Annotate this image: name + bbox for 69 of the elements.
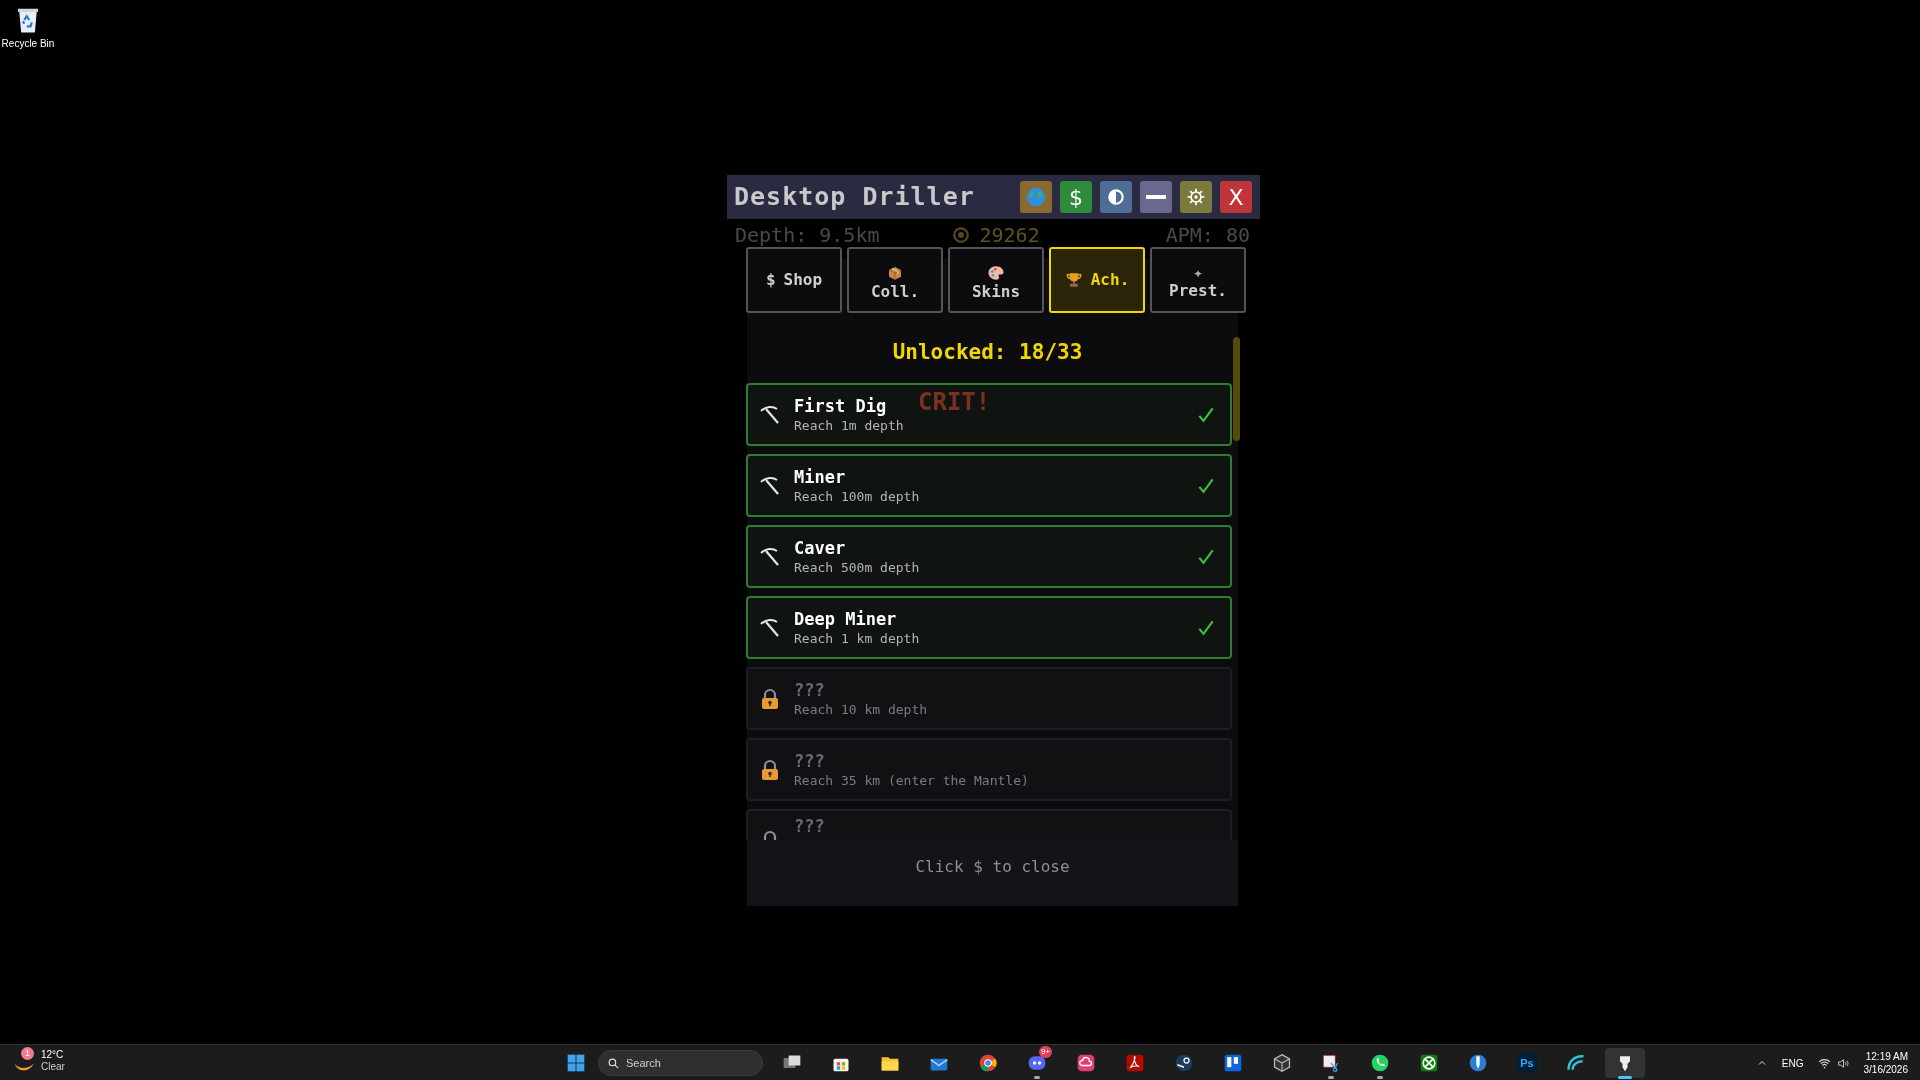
depth-reading: Depth: 9.5km — [735, 225, 880, 245]
crit-popup: CRIT! — [918, 387, 991, 418]
scissors-icon — [1321, 1053, 1341, 1073]
minimize-icon — [1146, 195, 1166, 199]
close-hint: Click $ to close — [914, 856, 1071, 878]
minimize-button[interactable] — [1140, 181, 1172, 213]
achievement-title: First Dig — [794, 394, 888, 417]
contrast-icon — [1106, 187, 1126, 207]
search-field[interactable]: Search — [598, 1050, 763, 1076]
achievement-description: Reach 100m depth — [794, 487, 920, 506]
tab[interactable]: Ach. — [1049, 247, 1145, 313]
pen-icon — [1468, 1053, 1488, 1073]
achievement-title: ??? — [794, 678, 826, 701]
achievement-title: Deep Miner — [794, 607, 898, 630]
achievement-description: Reach 1 km depth — [794, 629, 920, 648]
window-button[interactable]: X — [1220, 181, 1252, 213]
achievement-title: Caver — [794, 536, 847, 559]
tab[interactable]: Coll. — [847, 247, 943, 313]
taskbar-app[interactable] — [1605, 1048, 1645, 1078]
notification-badge: 9+ — [1038, 1046, 1052, 1058]
cube-icon — [1272, 1053, 1292, 1073]
scrollbar-thumb[interactable] — [1233, 337, 1240, 441]
palette-icon — [987, 264, 1005, 282]
clock-time: 12:19 AM — [1865, 1050, 1908, 1063]
achievement-description: Reach 500m depth — [794, 558, 920, 577]
apm-reading: APM: 80 — [1165, 225, 1250, 245]
achievement-title: Miner — [794, 465, 847, 488]
language-indicator[interactable]: ENG — [1781, 1055, 1804, 1071]
temperature: 12°C — [41, 1049, 65, 1061]
clock-date: 3/16/2026 — [1863, 1063, 1908, 1076]
phone-bubble-icon — [1370, 1053, 1390, 1073]
tab[interactable]: Skins — [948, 247, 1044, 313]
weather-widget[interactable]: 1 12°C Clear — [14, 1048, 65, 1074]
desktop-icon-label[interactable]: Recycle Bin — [1, 39, 55, 49]
globe-icon — [1025, 186, 1047, 208]
cloud-app-icon — [1076, 1053, 1096, 1073]
achievement-description: Reach 35 km (enter the Mantle) — [794, 771, 1029, 790]
achievement-description: Reach 10 km depth — [794, 700, 928, 719]
board-icon — [1223, 1053, 1243, 1073]
document-icon — [1125, 1053, 1145, 1073]
achievement-title: ??? — [794, 749, 826, 772]
taskbar-app[interactable]: Ps — [1507, 1048, 1547, 1078]
settings-icon — [1186, 187, 1206, 207]
achievement-description: Reach 1m depth — [794, 416, 904, 435]
weather-condition: Clear — [41, 1061, 65, 1073]
speaker-icon — [1836, 1056, 1850, 1070]
settings-button[interactable] — [1180, 181, 1212, 213]
tab[interactable]: $ Shop — [746, 247, 842, 313]
wave-icon — [1566, 1053, 1586, 1073]
search-icon — [607, 1057, 620, 1070]
moon-icon — [14, 1063, 34, 1072]
chat-icon — [1027, 1053, 1047, 1073]
coin-icon — [951, 226, 970, 244]
wifi-icon — [1817, 1056, 1831, 1070]
trophy-icon — [1064, 271, 1083, 289]
start-icon[interactable] — [566, 1053, 586, 1073]
steam-icon — [1174, 1053, 1194, 1073]
notification-badge: 1 — [21, 1047, 34, 1060]
taskbar-app[interactable]: 9+ — [1017, 1048, 1057, 1078]
unlocked-count: Unlocked: 18/33 — [891, 339, 1084, 366]
controller-icon — [1419, 1053, 1439, 1073]
achievement-title: ??? — [794, 815, 825, 837]
contrast-button[interactable] — [1100, 181, 1132, 213]
tab[interactable]: ✦ Prest. — [1150, 247, 1246, 313]
box-icon — [886, 264, 904, 282]
browser-icon — [978, 1053, 998, 1073]
window-button[interactable]: $ — [1060, 181, 1092, 213]
window-title: Desktop Driller — [734, 181, 975, 214]
coin-count: 29262 — [979, 225, 1040, 245]
